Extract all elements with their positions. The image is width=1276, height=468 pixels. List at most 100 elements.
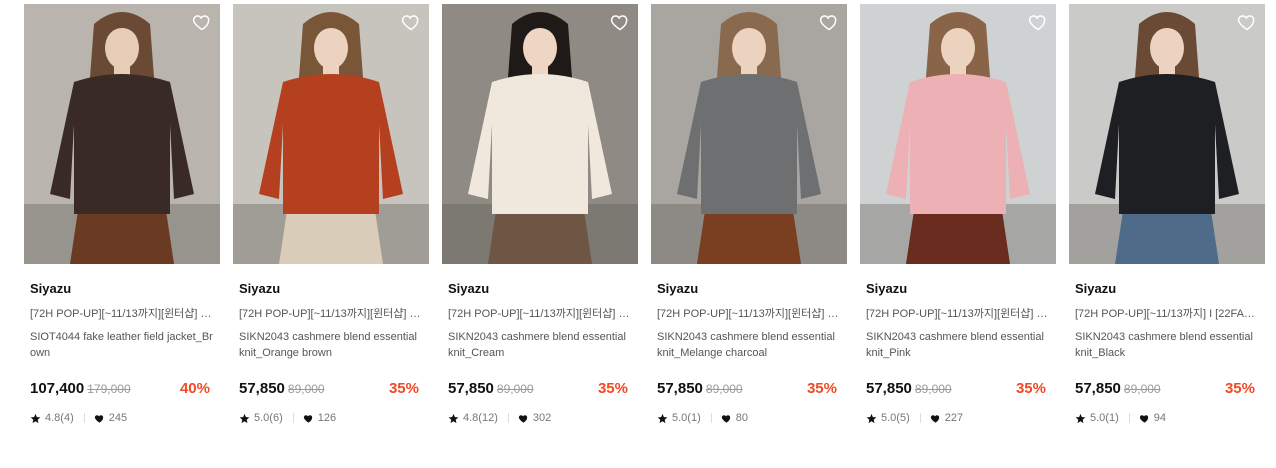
product-grid: Siyazu [72H POP-UP][~11/13까지][윈터샵] I [22… bbox=[0, 0, 1276, 468]
like-count: 126 bbox=[317, 412, 337, 424]
product-name[interactable]: SIKN2043 cashmere blend essential knit_B… bbox=[1075, 329, 1259, 361]
divider bbox=[1128, 413, 1130, 423]
rating: 5.0(1) bbox=[1090, 412, 1119, 424]
product-name[interactable]: SIOT4044 fake leather field jacket_Brown bbox=[30, 329, 214, 361]
product-photo bbox=[442, 4, 638, 264]
rating: 5.0(6) bbox=[254, 412, 283, 424]
brand-name[interactable]: Siyazu bbox=[1075, 281, 1259, 297]
price-row: 57,850 89,000 35% bbox=[657, 380, 841, 400]
promo-text[interactable]: [72H POP-UP][~11/13까지][윈터샵] I [22FALL] bbox=[866, 307, 1050, 321]
rating: 4.8(12) bbox=[463, 412, 498, 424]
heart-icon bbox=[1139, 414, 1148, 423]
product-photo bbox=[233, 4, 429, 264]
star-icon bbox=[239, 413, 250, 423]
star-icon bbox=[657, 413, 668, 423]
discount-rate: 35% bbox=[388, 380, 419, 397]
heart-icon bbox=[930, 414, 939, 423]
original-price: 89,000 bbox=[705, 382, 743, 396]
promo-text[interactable]: [72H POP-UP][~11/13까지] I [22FALL] bbox=[1075, 307, 1259, 321]
sale-price: 57,850 bbox=[657, 380, 703, 397]
sale-price: 57,850 bbox=[1075, 380, 1121, 397]
heart-icon bbox=[94, 414, 103, 423]
wishlist-heart-icon[interactable] bbox=[1237, 12, 1257, 32]
promo-text[interactable]: [72H POP-UP][~11/13까지][윈터샵] I [22FALL] bbox=[239, 307, 423, 321]
brand-name[interactable]: Siyazu bbox=[657, 281, 841, 297]
divider bbox=[507, 413, 509, 423]
sale-price: 57,850 bbox=[448, 380, 494, 397]
wishlist-heart-icon[interactable] bbox=[610, 12, 630, 32]
wishlist-heart-icon[interactable] bbox=[819, 12, 839, 32]
star-icon bbox=[30, 413, 41, 423]
star-icon bbox=[1075, 413, 1086, 423]
promo-text[interactable]: [72H POP-UP][~11/13까지][윈터샵] I [22FALL] bbox=[30, 307, 214, 321]
promo-text[interactable]: [72H POP-UP][~11/13까지][윈터샵] I [22FALL] bbox=[448, 307, 632, 321]
divider bbox=[919, 413, 921, 423]
product-card[interactable]: Siyazu [72H POP-UP][~11/13까지][윈터샵] I [22… bbox=[442, 4, 638, 425]
original-price: 89,000 bbox=[914, 382, 952, 396]
product-name[interactable]: SIKN2043 cashmere blend essential knit_M… bbox=[657, 329, 841, 361]
price-row: 57,850 89,000 35% bbox=[1075, 380, 1259, 400]
product-name[interactable]: SIKN2043 cashmere blend essential knit_P… bbox=[866, 329, 1050, 361]
divider bbox=[710, 413, 712, 423]
original-price: 89,000 bbox=[1123, 382, 1161, 396]
like-count: 94 bbox=[1153, 412, 1166, 424]
original-price: 89,000 bbox=[287, 382, 325, 396]
heart-icon bbox=[303, 414, 312, 423]
product-meta: 5.0(1) 80 bbox=[657, 411, 841, 425]
discount-rate: 35% bbox=[806, 380, 837, 397]
brand-name[interactable]: Siyazu bbox=[30, 281, 214, 297]
product-image[interactable] bbox=[1069, 4, 1265, 264]
product-photo bbox=[24, 4, 220, 264]
rating: 4.8(4) bbox=[45, 412, 74, 424]
price-row: 57,850 89,000 35% bbox=[866, 380, 1050, 400]
product-photo bbox=[860, 4, 1056, 264]
brand-name[interactable]: Siyazu bbox=[448, 281, 632, 297]
product-image[interactable] bbox=[24, 4, 220, 264]
product-card[interactable]: Siyazu [72H POP-UP][~11/13까지][윈터샵] I [22… bbox=[651, 4, 847, 425]
like-count: 302 bbox=[532, 412, 552, 424]
sale-price: 57,850 bbox=[866, 380, 912, 397]
like-count: 245 bbox=[108, 412, 128, 424]
product-image[interactable] bbox=[233, 4, 429, 264]
star-icon bbox=[448, 413, 459, 423]
discount-rate: 35% bbox=[1015, 380, 1046, 397]
product-meta: 5.0(1) 94 bbox=[1075, 411, 1259, 425]
product-image[interactable] bbox=[651, 4, 847, 264]
product-card[interactable]: Siyazu [72H POP-UP][~11/13까지][윈터샵] I [22… bbox=[860, 4, 1056, 425]
wishlist-heart-icon[interactable] bbox=[192, 12, 212, 32]
promo-text[interactable]: [72H POP-UP][~11/13까지][윈터샵] I [22FALL] bbox=[657, 307, 841, 321]
like-count: 80 bbox=[735, 412, 748, 424]
original-price: 179,000 bbox=[87, 382, 131, 396]
price-row: 57,850 89,000 35% bbox=[239, 380, 423, 400]
product-card[interactable]: Siyazu [72H POP-UP][~11/13까지][윈터샵] I [22… bbox=[233, 4, 429, 425]
product-card[interactable]: Siyazu [72H POP-UP][~11/13까지][윈터샵] I [22… bbox=[24, 4, 220, 425]
heart-icon bbox=[721, 414, 730, 423]
product-name[interactable]: SIKN2043 cashmere blend essential knit_O… bbox=[239, 329, 423, 361]
product-meta: 4.8(12) 302 bbox=[448, 411, 632, 425]
product-photo bbox=[651, 4, 847, 264]
discount-rate: 35% bbox=[1224, 380, 1255, 397]
product-photo bbox=[1069, 4, 1265, 264]
product-image[interactable] bbox=[860, 4, 1056, 264]
divider bbox=[292, 413, 294, 423]
product-meta: 5.0(5) 227 bbox=[866, 411, 1050, 425]
product-name[interactable]: SIKN2043 cashmere blend essential knit_C… bbox=[448, 329, 632, 361]
discount-rate: 35% bbox=[597, 380, 628, 397]
rating: 5.0(1) bbox=[672, 412, 701, 424]
star-icon bbox=[866, 413, 877, 423]
rating: 5.0(5) bbox=[881, 412, 910, 424]
sale-price: 57,850 bbox=[239, 380, 285, 397]
original-price: 89,000 bbox=[496, 382, 534, 396]
product-card[interactable]: Siyazu [72H POP-UP][~11/13까지] I [22FALL]… bbox=[1069, 4, 1265, 425]
wishlist-heart-icon[interactable] bbox=[1028, 12, 1048, 32]
product-meta: 4.8(4) 245 bbox=[30, 411, 214, 425]
price-row: 57,850 89,000 35% bbox=[448, 380, 632, 400]
product-image[interactable] bbox=[442, 4, 638, 264]
price-row: 107,400 179,000 40% bbox=[30, 380, 214, 400]
sale-price: 107,400 bbox=[30, 380, 85, 397]
wishlist-heart-icon[interactable] bbox=[401, 12, 421, 32]
discount-rate: 40% bbox=[179, 380, 210, 397]
brand-name[interactable]: Siyazu bbox=[866, 281, 1050, 297]
like-count: 227 bbox=[944, 412, 964, 424]
brand-name[interactable]: Siyazu bbox=[239, 281, 423, 297]
